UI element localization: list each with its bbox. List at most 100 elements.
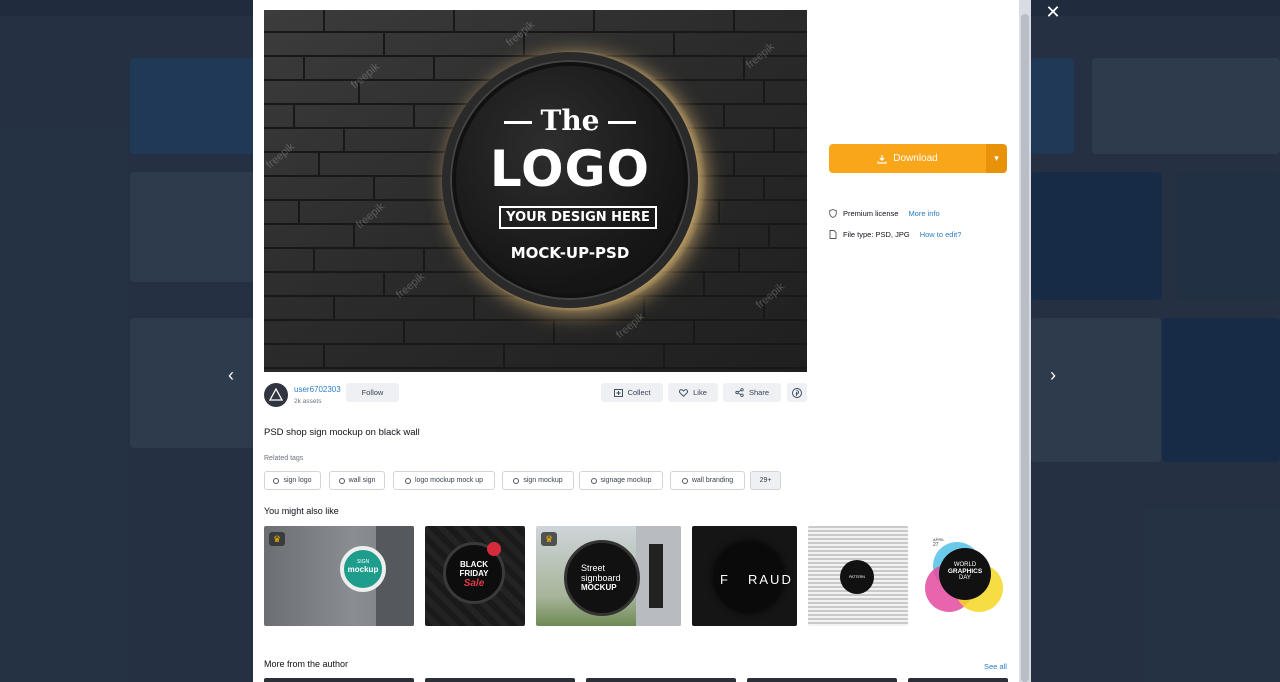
sign-face: The LOGO YOUR DESIGN HERE MOCK-UP-PSD [456, 66, 684, 294]
filetype-row: File type: PSD, JPG How to edit? [829, 230, 961, 239]
scrollbar-thumb[interactable] [1021, 14, 1029, 682]
thumb-text: Sale [463, 578, 485, 589]
preview-image[interactable]: freepik freepik freepik freepik freepik … [264, 10, 807, 372]
collect-icon [613, 388, 623, 397]
tag-sign-mockup[interactable]: sign mockup [502, 471, 574, 490]
like-button[interactable]: Like [668, 383, 718, 402]
tag-wall-branding[interactable]: wall branding [670, 471, 745, 490]
tag-wall-sign[interactable]: wall sign [329, 471, 385, 490]
related-thumb[interactable]: SIGN mockup ♛ [264, 526, 414, 626]
thumb-sign: SIGN mockup [340, 546, 386, 592]
follow-button[interactable]: Follow [346, 383, 399, 402]
tag-signage-mockup[interactable]: signage mockup [579, 471, 663, 490]
tag-sign-logo[interactable]: sign logo [264, 471, 321, 490]
download-button[interactable]: Download [829, 144, 986, 173]
premium-crown-icon: ♛ [269, 532, 285, 546]
thumb-text: Street [581, 563, 606, 573]
search-icon [404, 477, 411, 484]
author-assets-count: 2k assets [294, 398, 322, 405]
sign-text-mockup: MOCK-UP-PSD [510, 244, 630, 262]
sign-text-the: The [456, 104, 684, 137]
round-sign: The LOGO YOUR DESIGN HERE MOCK-UP-PSD [442, 52, 698, 308]
next-arrow-icon[interactable]: › [1043, 365, 1063, 385]
download-dropdown-button[interactable]: ▾ [986, 144, 1007, 173]
license-more-info-link[interactable]: More info [908, 209, 939, 218]
share-button[interactable]: Share [723, 383, 781, 402]
pinterest-icon [792, 387, 802, 398]
collect-label: Collect [627, 388, 651, 397]
thumb-text: MOCKUP [581, 583, 617, 592]
related-thumb[interactable]: WORLD GRAPHICS DAY APRIL 27 [919, 526, 1007, 626]
sale-badge [487, 542, 501, 556]
thumb-text: PATTERN [849, 575, 865, 579]
related-thumb[interactable]: F RAUD [692, 526, 797, 626]
resource-detail-modal: freepik freepik freepik freepik freepik … [253, 0, 1019, 682]
modal-scrollbar[interactable] [1019, 0, 1031, 682]
more-tags-button[interactable]: 29+ [750, 471, 781, 490]
thumb-text: F [720, 572, 730, 587]
thumb-text: mockup [347, 565, 379, 574]
thumb-text: 27 [933, 542, 939, 548]
close-icon[interactable]: ✕ [1043, 2, 1063, 22]
pinterest-button[interactable] [787, 383, 807, 402]
tag-logo-mockup-mock-up[interactable]: logo mockup mock up [393, 471, 495, 490]
sign-text-logo: LOGO [489, 140, 651, 198]
related-thumb[interactable]: PATTERN [808, 526, 908, 626]
author-thumb[interactable] [747, 678, 897, 682]
thumb-text: RAUD [748, 572, 793, 587]
share-label: Share [748, 388, 769, 397]
license-text: Premium license [843, 209, 899, 218]
premium-crown-icon: ♛ [541, 532, 557, 546]
file-icon [829, 230, 837, 239]
page-title: PSD shop sign mockup on black wall [264, 427, 420, 438]
avatar[interactable] [264, 383, 288, 407]
download-icon [877, 154, 887, 164]
thumb-sign: Street signboard MOCKUP [564, 540, 640, 616]
license-row: Premium license More info [829, 209, 940, 218]
collect-button[interactable]: Collect [601, 383, 663, 402]
more-tags-label: 29+ [759, 477, 772, 484]
tag-label: sign mockup [523, 477, 563, 484]
thumb-bracket [649, 544, 663, 608]
heart-icon [679, 388, 689, 397]
tag-label: signage mockup [600, 477, 652, 484]
author-name-link[interactable]: user6702303 [294, 385, 341, 394]
tag-label: sign logo [283, 477, 312, 484]
author-thumb[interactable] [908, 678, 1008, 682]
tag-label: wall sign [348, 477, 376, 484]
you-might-also-like-heading: You might also like [264, 506, 339, 516]
sign-text-design: YOUR DESIGN HERE [499, 206, 657, 229]
like-label: Like [693, 388, 707, 397]
download-label: Download [893, 153, 938, 164]
thumb-text: GRAPHICS [947, 568, 983, 575]
more-from-author-heading: More from the author [264, 659, 349, 669]
see-all-link[interactable]: See all [984, 662, 1007, 671]
author-logo-icon [268, 387, 284, 401]
filetype-text: File type: PSD, JPG [843, 230, 910, 239]
search-icon [513, 477, 520, 484]
search-icon [590, 477, 597, 484]
search-icon [681, 477, 688, 484]
share-icon [735, 388, 744, 397]
thumb-text: FRIDAY [459, 569, 489, 578]
related-tags-label: Related tags [264, 455, 304, 462]
author-thumb[interactable] [264, 678, 414, 682]
previous-arrow-icon[interactable]: ‹ [221, 365, 241, 385]
thumb-text: DAY [959, 575, 971, 581]
tag-label: wall branding [691, 477, 734, 484]
author-thumb[interactable] [425, 678, 575, 682]
thumb-sign: PATTERN [840, 560, 874, 594]
thumb-sign: WORLD GRAPHICS DAY [939, 548, 991, 600]
thumb-text: BLACK [460, 560, 488, 569]
related-thumb[interactable]: BLACK FRIDAY Sale [425, 526, 525, 626]
search-icon [338, 477, 345, 484]
tag-label: logo mockup mock up [414, 477, 484, 484]
shield-icon [829, 209, 837, 218]
related-thumb[interactable]: Street signboard MOCKUP ♛ [536, 526, 681, 626]
author-thumb[interactable] [586, 678, 736, 682]
follow-label: Follow [361, 388, 384, 397]
thumb-text: signboard [581, 573, 621, 583]
chevron-down-icon: ▾ [994, 153, 999, 163]
how-to-edit-link[interactable]: How to edit? [920, 230, 962, 239]
search-icon [273, 477, 280, 484]
